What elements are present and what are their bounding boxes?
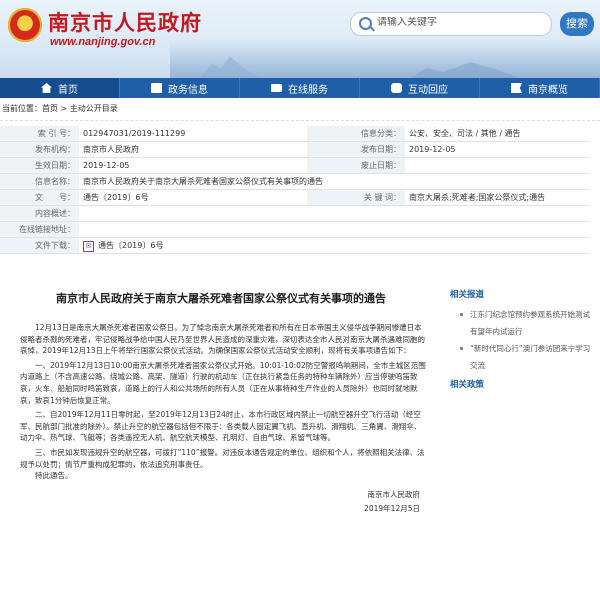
nav-label: 在线服务 — [288, 84, 328, 96]
city-skyline-banner — [170, 40, 600, 78]
docno-value: 通告〔2019〕6号 — [79, 189, 307, 206]
article-paragraph: 12月13日是南京大屠杀死难者国家公祭日。为了悼念南京大屠杀死难者和所有在日本帝… — [20, 323, 425, 356]
related-reports-list: 江东门纪念馆预约参观系统开始测试 有望年内试运行 “新时代同心行”澳门参访团来宁… — [448, 306, 596, 374]
online-link-label: 在线链接地址： — [0, 221, 79, 238]
breadcrumb-separator: > — [58, 104, 70, 113]
related-report-item[interactable]: “新时代同心行”澳门参访团来宁学习交流 — [460, 340, 596, 374]
flag-icon — [511, 83, 522, 93]
category-label: 信息分类： — [307, 126, 405, 142]
content-value — [79, 205, 590, 222]
attachment-link[interactable]: 通告〔2019〕6号 — [98, 241, 163, 250]
article-paragraph: 二、自2019年12月11日零时起，至2019年12月13日24时止，本市行政区… — [20, 410, 422, 443]
article: 南京市人民政府关于南京大屠杀死难者国家公祭仪式有关事项的通告 12月13日是南京… — [0, 282, 442, 516]
org-value: 南京市人民政府 — [79, 141, 307, 158]
nav-label: 南京概览 — [528, 84, 568, 96]
home-icon — [41, 83, 52, 93]
monitor-icon — [271, 84, 282, 92]
document-icon — [151, 83, 162, 93]
keyword-label: 关 键 词： — [307, 189, 405, 206]
sidebar: 相关报道 江东门纪念馆预约参观系统开始测试 有望年内试运行 “新时代同心行”澳门… — [448, 282, 596, 390]
org-label: 发布机构： — [0, 141, 79, 158]
article-signature-block: 南京市人民政府 2019年12月5日 — [0, 488, 442, 516]
index-label: 索 引 号： — [0, 126, 79, 142]
main-nav: 首页 政务信息 在线服务 互动回应 南京概览 — [0, 78, 600, 98]
search-input[interactable] — [377, 17, 527, 28]
date-label: 发布日期： — [307, 141, 405, 158]
nav-label: 首页 — [58, 84, 78, 96]
repeal-label: 废止日期： — [307, 157, 405, 174]
index-value: 012947031/2019-111299 — [79, 126, 307, 142]
online-link-value — [79, 221, 590, 238]
search-box — [350, 12, 552, 36]
search-icon — [359, 17, 372, 30]
site-url: www.nanjing.gov.cn — [50, 36, 156, 48]
repeal-value — [405, 157, 590, 174]
date-value: 2019-12-05 — [405, 141, 590, 158]
search-button[interactable]: 搜索 — [560, 12, 594, 36]
related-report-item[interactable]: 江东门纪念馆预约参观系统开始测试 有望年内试运行 — [460, 306, 596, 340]
nav-item-online-service[interactable]: 在线服务 — [240, 78, 360, 98]
related-policies-heading: 相关政策 — [450, 380, 485, 390]
article-title: 南京市人民政府关于南京大屠杀死难者国家公祭仪式有关事项的通告 — [56, 292, 386, 305]
document-info-table: 索 引 号： 012947031/2019-111299 信息分类： 公安、安全… — [0, 126, 590, 254]
keyword-value: 南京大屠杀;死难者;国家公祭仪式;通告 — [405, 189, 590, 206]
nav-item-overview[interactable]: 南京概览 — [480, 78, 600, 98]
related-reports-heading: 相关报道 — [450, 290, 485, 300]
signature-org: 南京市人民政府 — [367, 489, 421, 499]
signature-date: 2019年12月5日 — [364, 503, 420, 513]
site-header: 南京市人民政府 www.nanjing.gov.cn 搜索 — [0, 0, 600, 78]
docno-label: 文 号： — [0, 189, 79, 206]
name-value: 南京市人民政府关于南京大屠杀死难者国家公祭仪式有关事项的通告 — [79, 173, 590, 190]
nav-item-interaction[interactable]: 互动回应 — [360, 78, 480, 98]
nav-item-government-info[interactable]: 政务信息 — [120, 78, 240, 98]
article-paragraph: 三、市民如发现违规升空的航空器，可拨打“110”报警。对违反本通告规定的单位、组… — [20, 447, 425, 469]
attachment-cell: ✉ 通告〔2019〕6号 — [79, 237, 590, 254]
attachment-file-icon: ✉ — [83, 240, 94, 252]
effective-value: 2019-12-05 — [79, 157, 307, 174]
article-body: 12月13日是南京大屠杀死难者国家公祭日。为了悼念南京大屠杀死难者和所有在日本帝… — [0, 322, 442, 482]
article-paragraph: 一、2019年12月13日10:00南京大屠杀死难者国家公祭仪式开始。10:01… — [20, 360, 426, 405]
breadcrumb-home-link[interactable]: 首页 — [42, 104, 58, 113]
content-label: 内容概述： — [0, 205, 79, 222]
related-report-link[interactable]: “新时代同心行”澳门参访团来宁学习交流 — [470, 344, 590, 370]
site-title[interactable]: 南京市人民政府 — [48, 7, 202, 37]
nav-label: 互动回应 — [408, 84, 448, 96]
related-report-link[interactable]: 江东门纪念馆预约参观系统开始测试 有望年内试运行 — [470, 310, 590, 336]
attachment-label: 文件下载： — [0, 237, 79, 254]
effective-label: 生效日期： — [0, 157, 79, 174]
breadcrumb: 当前位置：首页 > 主动公开目录 — [0, 98, 600, 121]
breadcrumb-current-link[interactable]: 主动公开目录 — [70, 104, 118, 113]
chat-icon — [391, 83, 402, 93]
name-label: 信息名称： — [0, 173, 79, 190]
nav-item-home[interactable]: 首页 — [0, 78, 120, 98]
nav-label: 政务信息 — [168, 84, 208, 96]
breadcrumb-prefix: 当前位置： — [2, 104, 42, 113]
national-emblem-icon — [8, 8, 42, 42]
category-value: 公安、安全、司法 / 其他 / 通告 — [405, 126, 590, 142]
article-paragraph: 特此通告。 — [35, 471, 73, 481]
